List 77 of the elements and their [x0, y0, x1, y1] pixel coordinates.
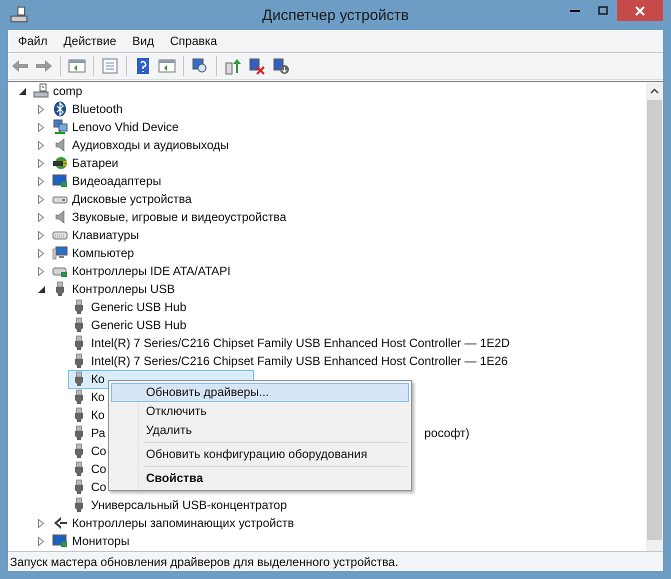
- expand-icon[interactable]: [38, 104, 44, 114]
- menu-item[interactable]: Файл: [10, 34, 56, 48]
- tree-item[interactable]: Ра: [91, 426, 106, 440]
- collapse-icon[interactable]: [18, 88, 26, 94]
- storage-controller-icon: [52, 515, 68, 531]
- tree-item[interactable]: Аудиовходы и аудиовыходы: [72, 138, 229, 152]
- tree-item[interactable]: Ко: [91, 390, 105, 404]
- tree-item[interactable]: comp: [53, 84, 82, 98]
- tree-item[interactable]: Bluetooth: [72, 102, 123, 116]
- tree-item[interactable]: Контроллеры IDE ATA/ATAPI: [72, 264, 231, 278]
- tree-item[interactable]: Со: [91, 444, 106, 458]
- tree-item[interactable]: Ко: [91, 372, 105, 386]
- tree-item[interactable]: Клавиатуры: [72, 228, 139, 242]
- tree-item[interactable]: Звуковые, игровые и видеоустройства: [72, 210, 286, 224]
- tree-item[interactable]: Контроллеры USB: [72, 282, 175, 296]
- tree-item[interactable]: Батареи: [72, 156, 118, 170]
- tree-item[interactable]: Мониторы: [72, 534, 130, 548]
- back-arrow-icon[interactable]: [11, 57, 29, 75]
- tree-item-fragment: рософт): [424, 426, 470, 440]
- context-menu-item[interactable]: Отключить: [111, 402, 409, 421]
- expand-icon[interactable]: [38, 122, 44, 132]
- scroll-up-icon[interactable]: [650, 88, 659, 94]
- tree-item[interactable]: Со: [91, 480, 106, 494]
- expand-icon[interactable]: [38, 140, 44, 150]
- status-text: Запуск мастера обновления драйверов для выделенного устройства.: [10, 554, 398, 568]
- maximize-icon: [598, 6, 608, 16]
- context-menu-item[interactable]: Свойства: [111, 469, 409, 488]
- scrollbar[interactable]: [646, 82, 663, 551]
- tree-item[interactable]: Видеоадаптеры: [72, 174, 162, 188]
- tree-item[interactable]: Generic USB Hub: [91, 300, 186, 314]
- menu-item[interactable]: Вид: [124, 34, 162, 48]
- close-button[interactable]: [617, 0, 663, 21]
- uninstall-device-icon[interactable]: [272, 57, 290, 75]
- bluetooth-icon: [52, 101, 68, 117]
- forward-arrow-icon[interactable]: [35, 57, 53, 75]
- expand-icon[interactable]: [38, 248, 44, 258]
- menu-item[interactable]: Справка: [162, 34, 226, 48]
- scrollbar-thumb[interactable]: [647, 100, 662, 540]
- computer-icon: [52, 245, 68, 261]
- expand-icon[interactable]: [38, 266, 44, 276]
- monitor-icon: [52, 533, 68, 549]
- expand-icon[interactable]: [38, 194, 44, 204]
- menu-item[interactable]: Действие: [56, 34, 124, 48]
- tree-item[interactable]: Контроллеры запоминающих устройств: [72, 516, 294, 530]
- update-driver-icon[interactable]: [224, 57, 242, 75]
- tree-item[interactable]: Ко: [91, 408, 105, 422]
- action-pane-icon[interactable]: [158, 57, 176, 75]
- tree-item[interactable]: Intel(R) 7 Series/C216 Chipset Family USB Enhanced Host Controller — 1E26: [91, 354, 508, 368]
- battery-icon: [52, 155, 68, 171]
- expand-icon[interactable]: [38, 536, 44, 546]
- context-menu-item[interactable]: Удалить: [111, 421, 409, 440]
- expand-icon[interactable]: [38, 518, 44, 528]
- context-menu-item[interactable]: Обновить драйверы...: [111, 383, 409, 402]
- properties-icon[interactable]: [101, 57, 119, 75]
- tree-item[interactable]: Дисковые устройства: [72, 192, 192, 206]
- minimize-icon: [570, 10, 580, 12]
- expand-icon[interactable]: [38, 176, 44, 186]
- tree-item[interactable]: Со: [91, 462, 106, 476]
- tree-item[interactable]: Generic USB Hub: [91, 318, 186, 332]
- close-icon: [635, 6, 645, 16]
- window-title: Диспетчер устройств: [262, 6, 409, 24]
- disable-device-icon[interactable]: [248, 57, 266, 75]
- tree-item[interactable]: Компьютер: [72, 246, 134, 260]
- expand-icon[interactable]: [38, 230, 44, 240]
- help-icon[interactable]: [134, 57, 152, 75]
- expand-icon[interactable]: [38, 158, 44, 168]
- tree-item[interactable]: Lenovo Vhid Device: [72, 120, 179, 134]
- computer-icon: [10, 6, 28, 24]
- console-tree-icon[interactable]: [68, 57, 86, 75]
- tree-item[interactable]: Intel(R) 7 Series/C216 Chipset Family USB Enhanced Host Controller — 1E2D: [91, 336, 510, 350]
- context-menu-item[interactable]: Обновить конфигурацию оборудования: [111, 445, 409, 464]
- network-device-icon: [52, 119, 68, 135]
- monitor-icon: [52, 173, 68, 189]
- expand-icon[interactable]: [38, 212, 44, 222]
- collapse-icon[interactable]: [38, 286, 44, 292]
- tree-item[interactable]: Универсальный USB-концентратор: [91, 498, 287, 512]
- scan-hardware-icon[interactable]: [191, 57, 209, 75]
